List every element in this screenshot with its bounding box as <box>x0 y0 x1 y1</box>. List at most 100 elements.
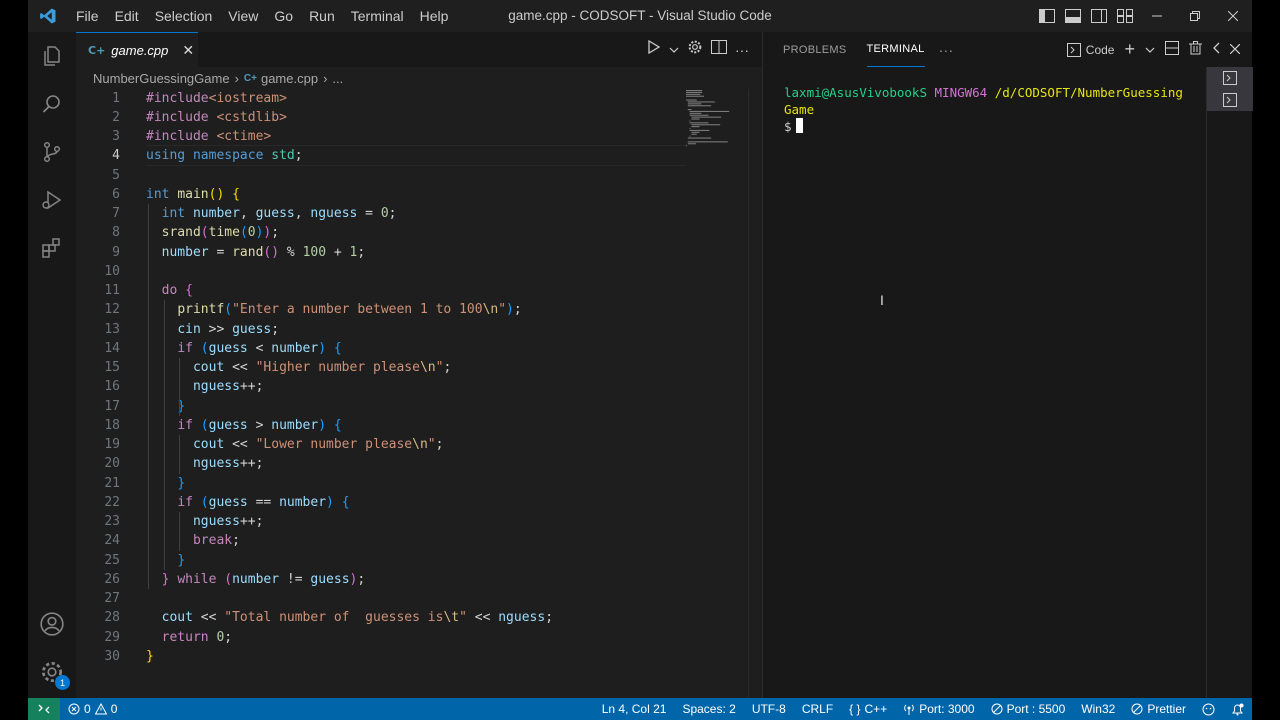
close-tab-icon[interactable]: ✕ <box>182 42 194 59</box>
code-line[interactable]: 25 } <box>76 551 686 570</box>
kill-terminal-trash-icon[interactable] <box>1189 41 1202 58</box>
split-terminal-icon[interactable] <box>1165 41 1179 58</box>
customize-layout-icon[interactable] <box>1112 0 1138 32</box>
run-and-debug-icon[interactable] <box>28 176 76 224</box>
search-icon[interactable] <box>28 80 76 128</box>
close-window-button[interactable] <box>1214 0 1252 32</box>
code-line[interactable]: 11 do { <box>76 281 686 300</box>
code-line[interactable]: 15 cout << "Higher number please\n"; <box>76 358 686 377</box>
code-line[interactable]: 18 if (guess > number) { <box>76 416 686 435</box>
code-line[interactable]: 22 if (guess == number) { <box>76 493 686 512</box>
terminal-output[interactable]: laxmi@AsusVivobookS MINGW64 /d/CODSOFT/N… <box>784 84 1204 135</box>
remote-indicator-icon[interactable] <box>28 698 60 720</box>
minimap-line <box>687 141 728 143</box>
terminal-profile[interactable]: Code <box>1066 42 1114 57</box>
breadcrumb-file[interactable]: game.cpp <box>261 71 318 86</box>
port-5500[interactable]: Port : 5500 <box>983 702 1074 716</box>
editor-scrollbar[interactable] <box>748 89 763 698</box>
more-actions-icon[interactable]: ··· <box>735 42 749 58</box>
minimap-line <box>689 129 710 131</box>
code-line[interactable]: 9 number = rand() % 100 + 1; <box>76 243 686 262</box>
minimap-line <box>689 120 691 122</box>
end-of-line[interactable]: CRLF <box>794 702 841 716</box>
code-line[interactable]: 28 cout << "Total number of guesses is\t… <box>76 608 686 627</box>
manage-gear-icon[interactable]: 1 <box>28 648 76 696</box>
code-line[interactable]: 30} <box>76 647 686 666</box>
cursor-position[interactable]: Ln 4, Col 21 <box>594 702 675 716</box>
close-panel-icon[interactable] <box>1229 43 1241 57</box>
code-line[interactable]: 27 <box>76 589 686 608</box>
settings-gear-icon[interactable] <box>687 39 703 60</box>
tab-terminal[interactable]: TERMINAL <box>866 32 925 67</box>
minimap-line <box>687 137 712 139</box>
code-line[interactable]: 1 #include<iostream> <box>76 89 686 108</box>
breadcrumb-symbols[interactable]: ... <box>332 71 343 86</box>
code-line[interactable]: 13 cin >> guess; <box>76 320 686 339</box>
language-mode[interactable]: { } C++ <box>841 702 895 716</box>
code-line[interactable]: 16 nguess++; <box>76 377 686 396</box>
split-editor-icon[interactable] <box>711 40 727 59</box>
code-line[interactable]: 14 if (guess < number) { <box>76 339 686 358</box>
extensions-icon[interactable] <box>28 224 76 272</box>
code-editor[interactable]: 1 #include<iostream> 2 #include <cstdlib> 3 #… <box>76 89 686 698</box>
line-text: do { <box>161 283 193 298</box>
menu-file[interactable]: File <box>68 8 107 24</box>
minimap-line <box>686 91 703 93</box>
collapse-panel-chevron-icon[interactable] <box>1212 42 1220 57</box>
code-line[interactable]: 24 break; <box>76 531 686 550</box>
error-icon <box>68 703 80 715</box>
toggle-secondary-sidebar-icon[interactable] <box>1086 0 1112 32</box>
code-line[interactable]: 20 nguess++; <box>76 454 686 473</box>
tab-problems[interactable]: PROBLEMS <box>783 32 847 67</box>
menu-help[interactable]: Help <box>412 8 457 24</box>
menu-terminal[interactable]: Terminal <box>343 8 412 24</box>
menu-go[interactable]: Go <box>266 8 301 24</box>
menu-selection[interactable]: Selection <box>147 8 221 24</box>
restore-button[interactable] <box>1176 0 1214 32</box>
terminal-instance-1-icon[interactable] <box>1207 67 1253 89</box>
run-dropdown-chevron-icon[interactable] <box>669 41 679 59</box>
minimap-line <box>687 105 712 107</box>
code-line[interactable]: 2 #include <cstdlib> <box>76 108 686 127</box>
panel-more-icon[interactable]: ··· <box>939 32 954 67</box>
minimap[interactable] <box>686 89 748 698</box>
code-line[interactable]: 23 nguess++; <box>76 512 686 531</box>
code-line[interactable]: 7 int number, guess, nguess = 0; <box>76 204 686 223</box>
toggle-primary-sidebar-icon[interactable] <box>1034 0 1060 32</box>
prettier-status[interactable]: Prettier <box>1123 702 1194 716</box>
code-line[interactable]: 5 <box>76 166 686 185</box>
breadcrumb-folder[interactable]: NumberGuessingGame <box>93 71 230 86</box>
accounts-icon[interactable] <box>28 600 76 648</box>
code-line[interactable]: 26 } while (number != guess); <box>76 570 686 589</box>
problems-status[interactable]: 0 0 <box>60 702 125 716</box>
code-line[interactable]: 3 #include <ctime> <box>76 127 686 146</box>
run-file-icon[interactable] <box>647 39 661 59</box>
source-control-icon[interactable] <box>28 128 76 176</box>
code-line[interactable]: 12 printf("Enter a number between 1 to 1… <box>76 300 686 319</box>
indentation[interactable]: Spaces: 2 <box>674 702 743 716</box>
menu-edit[interactable]: Edit <box>107 8 147 24</box>
code-line[interactable]: 6 int main() { <box>76 185 686 204</box>
code-line[interactable]: 17 } <box>76 397 686 416</box>
terminal-dropdown-chevron-icon[interactable] <box>1145 43 1155 57</box>
port-3000[interactable]: Port: 3000 <box>895 702 982 716</box>
encoding[interactable]: UTF-8 <box>744 702 794 716</box>
menu-view[interactable]: View <box>220 8 266 24</box>
platform[interactable]: Win32 <box>1073 702 1123 716</box>
code-line[interactable]: 8 srand(time(0)); <box>76 223 686 242</box>
minimize-button[interactable] <box>1138 0 1176 32</box>
code-line[interactable]: 10 <box>76 262 686 281</box>
feedback-icon[interactable] <box>1194 703 1223 716</box>
toggle-panel-icon[interactable] <box>1060 0 1086 32</box>
tab-game-cpp[interactable]: C+ game.cpp ✕ <box>76 32 198 67</box>
code-line[interactable]: 4 using namespace std; <box>76 146 686 165</box>
code-line[interactable]: 19 cout << "Lower number please\n"; <box>76 435 686 454</box>
code-line[interactable]: 29 return 0; <box>76 628 686 647</box>
port-3000-label: Port: 3000 <box>919 702 975 716</box>
terminal-instance-2-icon[interactable] <box>1207 89 1253 111</box>
notifications-bell-icon[interactable] <box>1223 703 1252 716</box>
new-terminal-icon[interactable]: + <box>1124 39 1135 60</box>
code-line[interactable]: 21 } <box>76 474 686 493</box>
menu-run[interactable]: Run <box>301 8 343 24</box>
explorer-icon[interactable] <box>28 32 76 80</box>
